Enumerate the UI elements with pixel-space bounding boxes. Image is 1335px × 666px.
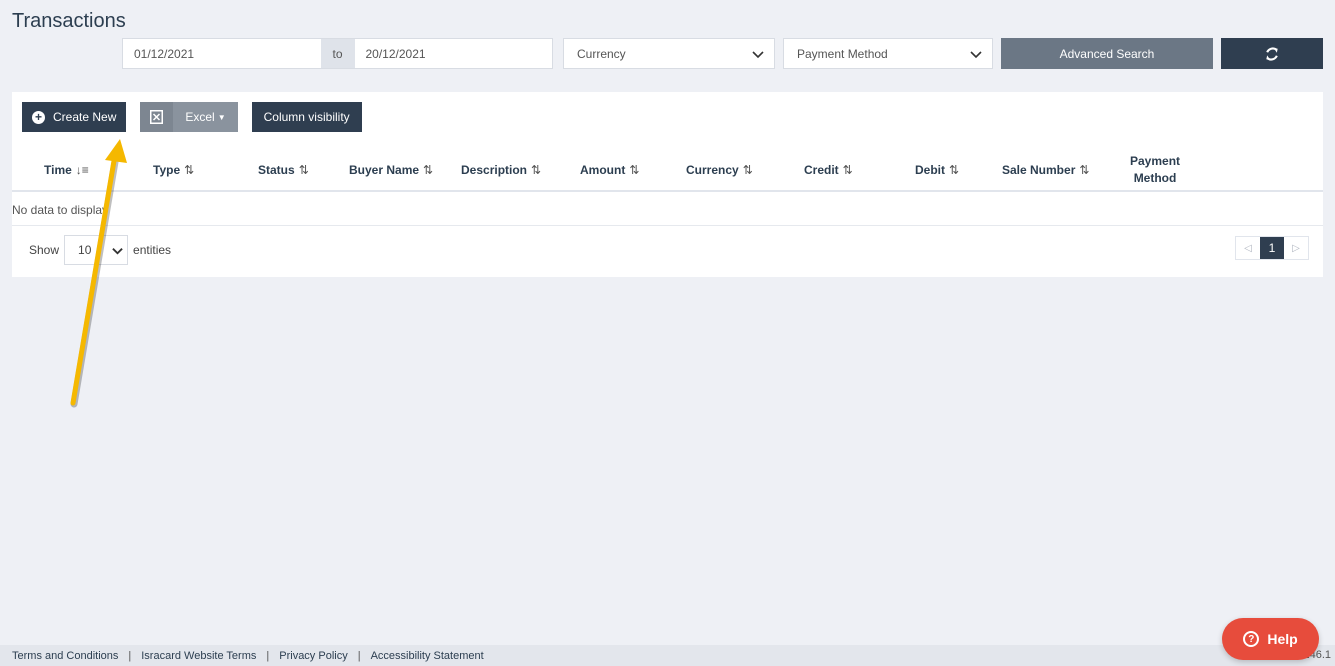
table-header: Time ↓≡ Type ⇅ Status ⇅ Buyer Name ⇅ Descrip…	[12, 147, 1323, 192]
sort-icon: ⇅	[842, 162, 853, 177]
transactions-panel: + Create New Excel ▼ Column visibility T…	[12, 92, 1323, 277]
column-header-currency[interactable]: Currency ⇅	[686, 147, 753, 192]
question-circle-icon: ?	[1243, 631, 1260, 647]
payment-method-select-label: Payment Method	[797, 46, 888, 61]
column-label: Buyer Name	[349, 162, 420, 177]
column-header-sale-number[interactable]: Sale Number ⇅	[1002, 147, 1089, 192]
create-new-button[interactable]: + Create New	[22, 102, 127, 132]
sort-icon: ⇅	[184, 162, 195, 177]
date-from-input[interactable]	[123, 39, 321, 68]
empty-table-message: No data to display	[12, 194, 1323, 226]
excel-export-button[interactable]: Excel ▼	[140, 102, 238, 132]
column-label: Description	[461, 162, 528, 177]
column-label: Sale Number	[1002, 162, 1076, 177]
table-toolbar: + Create New Excel ▼ Column visibility	[22, 102, 362, 132]
sort-icon: ⇅	[1079, 162, 1090, 177]
sort-icon: ⇅	[742, 162, 753, 177]
currency-select-label: Currency	[577, 46, 626, 61]
plus-circle-icon: +	[32, 110, 45, 124]
pagination: ◁ 1 ▷	[1235, 236, 1309, 260]
column-label: Currency	[686, 162, 739, 177]
help-label: Help	[1267, 631, 1298, 647]
footer-separator: |	[128, 649, 132, 662]
refresh-button[interactable]	[1221, 38, 1323, 69]
column-label: Credit	[804, 162, 839, 177]
column-label: Method	[1133, 170, 1177, 185]
page-size-select[interactable]: 10	[64, 235, 129, 265]
caret-down-icon: ▼	[217, 112, 226, 122]
page-size-value: 10	[78, 243, 92, 257]
create-new-label: Create New	[53, 110, 117, 124]
column-label: Type	[153, 162, 181, 177]
column-label: Time	[44, 162, 72, 177]
chevron-down-icon	[112, 248, 123, 255]
column-header-debit[interactable]: Debit ⇅	[915, 147, 959, 192]
column-visibility-button[interactable]: Column visibility	[251, 102, 362, 132]
sort-desc-icon: ↓≡	[75, 162, 89, 177]
column-header-amount[interactable]: Amount ⇅	[580, 147, 639, 192]
show-label: Show	[29, 243, 60, 257]
column-label: Status	[258, 162, 295, 177]
excel-file-icon	[140, 102, 174, 132]
footer-separator: |	[357, 649, 361, 662]
column-label: Payment	[1130, 153, 1181, 168]
footer-link-accessibility[interactable]: Accessibility Statement	[371, 650, 484, 662]
next-page-button[interactable]: ▷	[1284, 237, 1308, 259]
page-title: Transactions	[12, 10, 126, 32]
column-header-status[interactable]: Status ⇅	[258, 147, 309, 192]
chevron-down-icon	[970, 51, 982, 59]
column-label: Debit	[915, 162, 945, 177]
page-length-control: Show 10 entities	[29, 235, 171, 265]
excel-label: Excel	[185, 110, 215, 124]
sort-icon: ⇅	[531, 162, 542, 177]
footer-link-privacy[interactable]: Privacy Policy	[279, 650, 347, 662]
sort-icon: ⇅	[423, 162, 434, 177]
chevron-down-icon	[752, 51, 764, 59]
filters-bar: to Currency Payment Method Advanced Sear…	[122, 38, 1335, 69]
sort-icon: ⇅	[629, 162, 640, 177]
footer-separator: |	[266, 649, 270, 662]
sort-icon: ⇅	[298, 162, 309, 177]
footer: Terms and Conditions | Isracard Website …	[0, 645, 1335, 666]
column-header-credit[interactable]: Credit ⇅	[804, 147, 853, 192]
column-header-type[interactable]: Type ⇅	[153, 147, 194, 192]
help-button[interactable]: ? Help	[1222, 618, 1319, 660]
payment-method-select[interactable]: Payment Method	[783, 38, 993, 69]
entities-label: entities	[133, 243, 172, 257]
currency-select[interactable]: Currency	[563, 38, 775, 69]
date-to-input[interactable]	[354, 39, 552, 68]
date-range: to	[122, 38, 553, 69]
column-header-payment-method[interactable]: Payment Method	[1130, 147, 1180, 192]
sort-icon: ⇅	[949, 162, 960, 177]
previous-page-button[interactable]: ◁	[1236, 237, 1260, 259]
column-label: Amount	[580, 162, 626, 177]
footer-link-terms[interactable]: Terms and Conditions	[12, 650, 118, 662]
column-header-time[interactable]: Time ↓≡	[44, 147, 89, 192]
column-header-description[interactable]: Description ⇅	[461, 147, 541, 192]
footer-link-isracard-terms[interactable]: Isracard Website Terms	[141, 650, 256, 662]
advanced-search-button[interactable]: Advanced Search	[1001, 38, 1213, 69]
column-header-buyer-name[interactable]: Buyer Name ⇅	[349, 147, 433, 192]
date-to-label: to	[320, 39, 355, 68]
page-button-current[interactable]: 1	[1260, 237, 1284, 259]
refresh-icon	[1266, 46, 1278, 61]
